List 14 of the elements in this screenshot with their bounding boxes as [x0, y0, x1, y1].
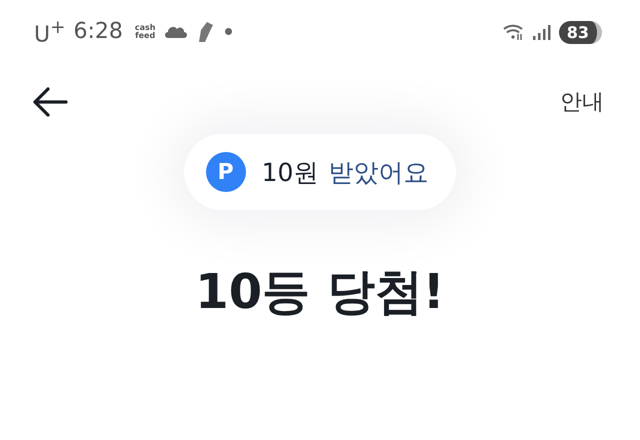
carrier-label: U$^{+}$: [34, 16, 66, 48]
app-logo: cash feed: [134, 24, 156, 40]
back-icon[interactable]: [32, 87, 68, 117]
info-link[interactable]: 안내: [560, 87, 604, 117]
wifi-icon: [502, 24, 525, 40]
signal-icon: [532, 24, 551, 40]
point-icon: P: [206, 152, 246, 192]
reward-message: 받았어요: [328, 156, 428, 188]
battery-indicator: 83: [558, 20, 602, 44]
cloud-icon: [165, 26, 188, 38]
reward-amount: 10원: [262, 156, 318, 188]
status-time: 6:28: [73, 19, 123, 44]
headline: 10등 당첨!: [195, 263, 445, 322]
dot-icon: [225, 28, 232, 36]
